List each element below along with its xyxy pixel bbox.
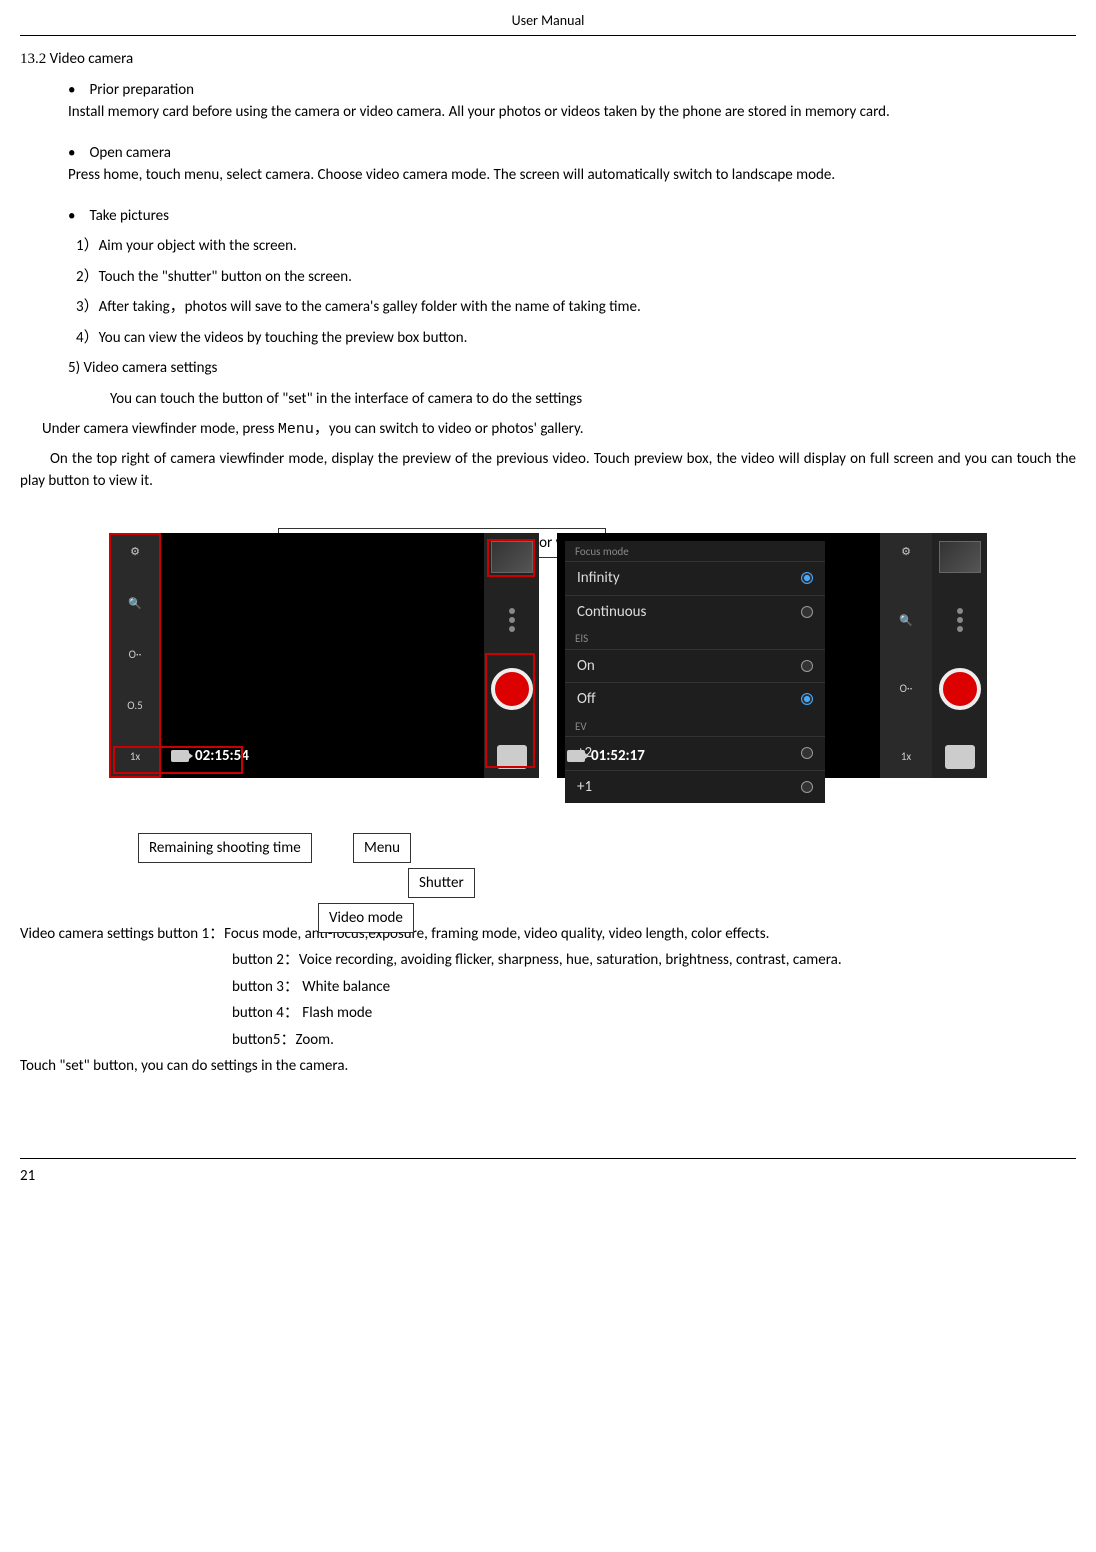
right-toolbar: ⚙ 🔍 O·· 1x <box>880 533 932 778</box>
remaining-time: 02:15:54 <box>171 745 249 768</box>
step-1: 1）Aim your object with the screen. <box>76 235 1076 258</box>
settings-b2: button 2：Voice recording, avoiding flick… <box>232 949 1076 972</box>
radio-icon <box>801 781 813 793</box>
remaining-time-right: 01:52:17 <box>567 745 645 768</box>
mode-switch-icon[interactable] <box>945 745 975 769</box>
zoom-icon[interactable]: 1x <box>122 748 148 768</box>
magnify-icon[interactable]: 🔍 <box>893 611 919 631</box>
wb-icon[interactable]: O·· <box>122 645 148 665</box>
right-side-controls <box>932 533 987 778</box>
right-viewfinder: Focus mode Infinity Continuous EIS On Of… <box>557 533 880 778</box>
mode-switch-icon[interactable] <box>497 745 527 769</box>
step-5: 5) Video camera settings <box>68 357 1076 380</box>
zoom-icon[interactable]: 1x <box>893 747 919 767</box>
bullet-open: Open camera <box>68 142 1076 165</box>
settings-section: Video camera settings button 1：Focus mod… <box>20 923 1076 1078</box>
section-name: Video camera <box>50 50 134 68</box>
left-toolbar: ⚙ 🔍 O·· O.5 1x <box>109 533 161 778</box>
viewfinder-line-2: On the top right of camera viewfinder mo… <box>20 448 1076 493</box>
radio-icon <box>801 747 813 759</box>
settings-b1: Video camera settings button 1：Focus mod… <box>20 923 1076 946</box>
thumbnail-preview[interactable] <box>939 541 981 573</box>
video-icon <box>567 750 585 762</box>
gear-icon[interactable]: ⚙ <box>893 543 919 563</box>
thumbnail-preview[interactable] <box>491 541 533 573</box>
left-side-controls <box>484 533 539 778</box>
header-title: User Manual <box>512 12 585 29</box>
radio-icon <box>801 606 813 618</box>
menu-infinity[interactable]: Infinity <box>565 561 825 595</box>
step-4: 4）You can view the videos by touching th… <box>76 327 1076 350</box>
video-icon <box>171 750 189 762</box>
section-title: 13.2 Video camera <box>20 48 1076 71</box>
step-5-desc: You can touch the button of "set" in the… <box>110 388 1076 411</box>
menu-continuous[interactable]: Continuous <box>565 595 825 629</box>
settings-b3: button 3： White balance <box>232 976 1076 999</box>
radio-icon <box>801 660 813 672</box>
left-viewfinder: 02:15:54 <box>161 533 484 778</box>
menu-off[interactable]: Off <box>565 682 825 716</box>
ev-icon[interactable]: O.5 <box>122 696 148 716</box>
radio-icon <box>801 693 813 705</box>
callout-shutter: Shutter <box>408 868 475 899</box>
page-number: 21 <box>20 1167 35 1185</box>
callout-remaining: Remaining shooting time <box>138 833 312 864</box>
touch-set-line: Touch "set" button, you can do settings … <box>20 1055 1076 1078</box>
right-camera-panel: Focus mode Infinity Continuous EIS On Of… <box>557 533 987 778</box>
shutter-button[interactable] <box>939 668 981 710</box>
menu-on[interactable]: On <box>565 649 825 683</box>
step-3: 3）After taking，photos will save to the c… <box>76 296 1076 319</box>
settings-b5: button5：Zoom. <box>232 1029 1076 1052</box>
gear-icon[interactable]: ⚙ <box>122 543 148 563</box>
mode-indicator <box>957 608 963 632</box>
callout-menu: Menu <box>353 833 411 864</box>
section-number: 13.2 <box>20 51 46 67</box>
callout-video-mode: Video mode <box>318 903 414 934</box>
mode-indicator <box>509 608 515 632</box>
magnify-icon[interactable]: 🔍 <box>122 594 148 614</box>
wb-icon[interactable]: O·· <box>893 679 919 699</box>
bullet-take: Take pictures <box>68 205 1076 228</box>
shutter-button[interactable] <box>491 668 533 710</box>
viewfinder-line-1: Under camera viewfinder mode, press Menu… <box>42 418 1076 442</box>
menu-ev1[interactable]: +1 <box>565 770 825 804</box>
radio-icon <box>801 572 813 584</box>
settings-b4: button 4： Flash mode <box>232 1002 1076 1025</box>
prior-desc: Install memory card before using the cam… <box>68 101 1076 124</box>
footer: 21 <box>20 1158 1076 1188</box>
open-desc: Press home, touch menu, select camera. C… <box>68 164 1076 187</box>
left-camera-panel: ⚙ 🔍 O·· O.5 1x 02:15:54 <box>109 533 539 778</box>
figure-area: Thumbnail display previous photographs o… <box>98 533 998 898</box>
step-2: 2）Touch the "shutter" button on the scre… <box>76 266 1076 289</box>
bullet-prior: Prior preparation <box>68 79 1076 102</box>
page-header: User Manual <box>20 10 1076 36</box>
